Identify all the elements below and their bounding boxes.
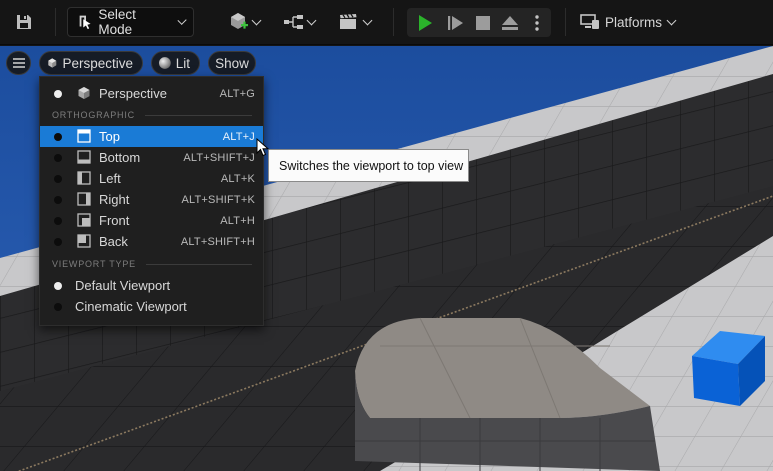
cube-icon xyxy=(48,58,57,68)
stop-button[interactable] xyxy=(469,8,497,37)
menu-item-perspective[interactable]: Perspective ALT+G xyxy=(40,83,263,104)
menu-item-back[interactable]: Back ALT+SHIFT+H xyxy=(40,231,263,252)
radio-unselected-icon xyxy=(54,238,62,246)
mouse-cursor-icon xyxy=(256,138,270,157)
select-mode-dropdown[interactable]: Select Mode xyxy=(67,7,194,37)
radio-unselected-icon xyxy=(54,175,62,183)
menu-item-label: Right xyxy=(99,192,130,207)
viewport-options-button[interactable] xyxy=(6,51,31,75)
front-view-icon xyxy=(77,213,91,227)
shortcut-label: ALT+SHIFT+H xyxy=(180,235,255,248)
menu-item-left[interactable]: Left ALT+K xyxy=(40,168,263,189)
top-view-icon xyxy=(77,129,91,143)
menu-item-label: Back xyxy=(99,234,128,249)
play-icon xyxy=(419,14,432,31)
shortcut-label: ALT+SHIFT+J xyxy=(183,151,255,164)
toolbar-separator xyxy=(565,8,566,36)
more-options-icon xyxy=(535,14,539,31)
hamburger-menu-icon xyxy=(12,58,25,68)
chevron-down-icon xyxy=(362,15,372,25)
more-options-button[interactable] xyxy=(526,8,548,37)
menu-item-top[interactable]: Top ALT+J xyxy=(40,126,263,147)
platforms-icon xyxy=(580,14,599,29)
select-mode-label: Select Mode xyxy=(98,7,136,37)
left-view-icon xyxy=(77,171,91,185)
shortcut-label: ALT+J xyxy=(222,130,255,143)
section-header-orthographic: ORTHOGRAPHIC xyxy=(52,110,252,120)
shortcut-label: ALT+G xyxy=(219,87,255,100)
save-icon xyxy=(17,15,31,29)
menu-item-label: Left xyxy=(99,171,121,186)
sequencer-icon xyxy=(339,13,356,29)
menu-item-cinematic-viewport[interactable]: Cinematic Viewport xyxy=(40,296,263,317)
select-mode-icon xyxy=(79,15,91,30)
main-toolbar: Select Mode Platforms xyxy=(0,0,773,45)
radio-unselected-icon xyxy=(54,303,62,311)
chevron-down-icon xyxy=(306,15,317,25)
blueprint-button[interactable] xyxy=(279,7,319,37)
bottom-view-icon xyxy=(77,150,91,164)
right-view-icon xyxy=(77,192,91,206)
shortcut-label: ALT+SHIFT+K xyxy=(181,193,255,206)
show-flags-button[interactable]: Show xyxy=(208,51,256,75)
menu-item-front[interactable]: Front ALT+H xyxy=(40,210,263,231)
add-actor-button[interactable] xyxy=(224,7,264,37)
section-header-viewport-type: VIEWPORT TYPE xyxy=(52,259,252,269)
view-mode-button[interactable]: Lit xyxy=(151,51,200,75)
toolbar-separator xyxy=(393,8,394,36)
tooltip-text: Switches the viewport to top view xyxy=(279,158,464,173)
viewport-type-button[interactable]: Perspective xyxy=(39,51,143,75)
show-flags-label: Show xyxy=(215,55,249,71)
eject-button[interactable] xyxy=(496,8,524,37)
viewport-type-label: Perspective xyxy=(62,55,133,71)
menu-item-label: Cinematic Viewport xyxy=(75,299,187,314)
chevron-down-icon xyxy=(666,15,677,25)
platforms-dropdown[interactable]: Platforms xyxy=(578,7,678,37)
play-button[interactable] xyxy=(411,8,439,37)
menu-item-label: Perspective xyxy=(99,86,167,101)
radio-selected-icon xyxy=(54,90,62,98)
view-mode-label: Lit xyxy=(175,55,190,71)
shortcut-label: ALT+K xyxy=(220,172,255,185)
menu-item-label: Top xyxy=(99,129,120,144)
blueprint-icon xyxy=(284,15,303,29)
back-view-icon xyxy=(77,234,91,248)
toolbar-separator xyxy=(55,8,56,36)
chevron-down-icon xyxy=(251,15,261,25)
save-button[interactable] xyxy=(8,7,40,37)
stop-icon xyxy=(476,15,490,30)
menu-item-bottom[interactable]: Bottom ALT+SHIFT+J xyxy=(40,147,263,168)
step-icon xyxy=(448,15,463,30)
cube-icon xyxy=(78,87,90,99)
add-actor-icon xyxy=(230,13,248,29)
radio-unselected-icon xyxy=(54,133,62,141)
radio-unselected-icon xyxy=(54,217,62,225)
menu-item-label: Front xyxy=(99,213,130,228)
play-controls xyxy=(407,8,551,37)
viewport-type-menu: Perspective ALT+G ORTHOGRAPHIC Top ALT+J… xyxy=(39,76,264,326)
lit-sphere-icon xyxy=(158,57,171,69)
radio-unselected-icon xyxy=(54,154,62,162)
advance-frame-button[interactable] xyxy=(441,8,469,37)
cinematics-button[interactable] xyxy=(334,7,374,37)
menu-item-label: Default Viewport xyxy=(75,278,171,293)
platforms-label: Platforms xyxy=(605,14,663,30)
menu-item-label: Bottom xyxy=(99,150,141,165)
radio-unselected-icon xyxy=(54,196,62,204)
tooltip: Switches the viewport to top view xyxy=(268,149,469,182)
section-title: ORTHOGRAPHIC xyxy=(52,110,135,120)
radio-selected-icon xyxy=(54,282,62,290)
chevron-down-icon xyxy=(177,15,187,25)
shortcut-label: ALT+H xyxy=(220,214,255,227)
menu-item-default-viewport[interactable]: Default Viewport xyxy=(40,275,263,296)
eject-icon xyxy=(502,15,518,30)
section-title: VIEWPORT TYPE xyxy=(52,259,136,269)
menu-item-right[interactable]: Right ALT+SHIFT+K xyxy=(40,189,263,210)
